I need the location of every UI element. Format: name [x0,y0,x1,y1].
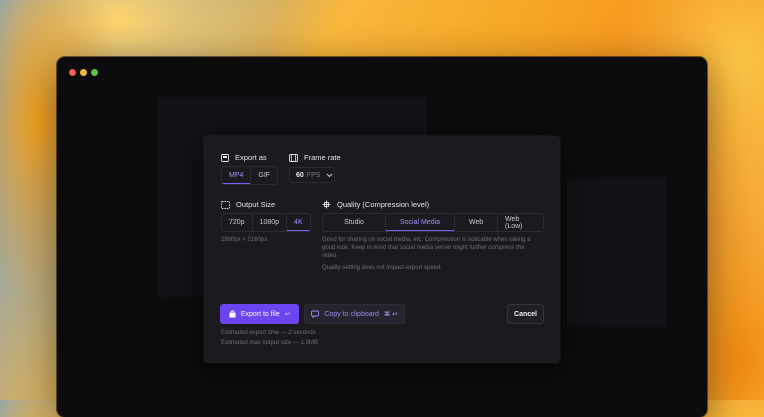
close-window-button[interactable] [69,69,76,76]
copy-to-clipboard-button[interactable]: Copy to clipboard ⌘ ↩ [304,304,405,324]
quality-note: Quality setting does not impact export s… [322,265,443,271]
export-icon [229,310,236,318]
export-as-label: Export as [235,153,267,162]
quality-option-studio[interactable]: Studio [323,214,386,231]
quality-option-web[interactable]: Web [455,214,498,231]
export-to-file-button[interactable]: Export to file ↩ [220,304,299,324]
quality-description: Good for sharing on social media, etc. C… [322,237,531,259]
quality-selector: Studio Social Media Web Web (Low) [322,213,544,232]
chevron-down-icon [327,173,333,177]
file-icon [221,153,229,162]
frame-rate-value: 60 [296,171,304,179]
frame-rate-heading: Frame rate [289,153,341,162]
size-option-4k[interactable]: 4K [287,214,310,231]
resize-icon [221,200,230,209]
background-content [567,177,667,327]
size-option-720p[interactable]: 720p [222,214,253,231]
quality-label: Quality (Compression level) [337,200,430,209]
output-dimensions: 2880px × 2160px [221,237,268,243]
format-option-mp4[interactable]: MP4 [222,167,252,184]
frame-rate-dropdown[interactable]: 60 FPS [289,167,335,183]
export-button-label: Export to file [240,310,280,318]
minimize-window-button[interactable] [80,69,87,76]
quality-heading: Quality (Compression level) [322,200,429,209]
estimated-output-size: Estimated max output size — 1.8MB [221,340,319,346]
clipboard-icon [311,310,320,318]
compress-icon [322,200,331,209]
copy-button-label: Copy to clipboard [324,310,379,318]
output-size-heading: Output Size [221,200,275,209]
frame-rate-label: Frame rate [304,153,341,162]
size-option-1080p[interactable]: 1080p [253,214,288,231]
quality-option-web-low[interactable]: Web (Low) [498,214,543,231]
film-icon [289,153,298,162]
frame-rate-unit: FPS [306,171,321,179]
export-format-selector: MP4 GIF [221,166,279,185]
output-size-selector: 720p 1080p 4K [221,213,311,232]
quality-option-social-media[interactable]: Social Media [386,214,455,231]
export-shortcut: ↩ [284,311,291,318]
zoom-window-button[interactable] [91,69,98,76]
format-option-gif[interactable]: GIF [251,167,277,184]
title-bar [57,57,707,87]
export-as-heading: Export as [221,153,267,162]
copy-shortcut: ⌘ ↩ [383,311,398,318]
cancel-button[interactable]: Cancel [507,304,544,324]
output-size-label: Output Size [236,200,276,209]
estimated-export-time: Estimated export time — 2 seconds [221,330,316,336]
